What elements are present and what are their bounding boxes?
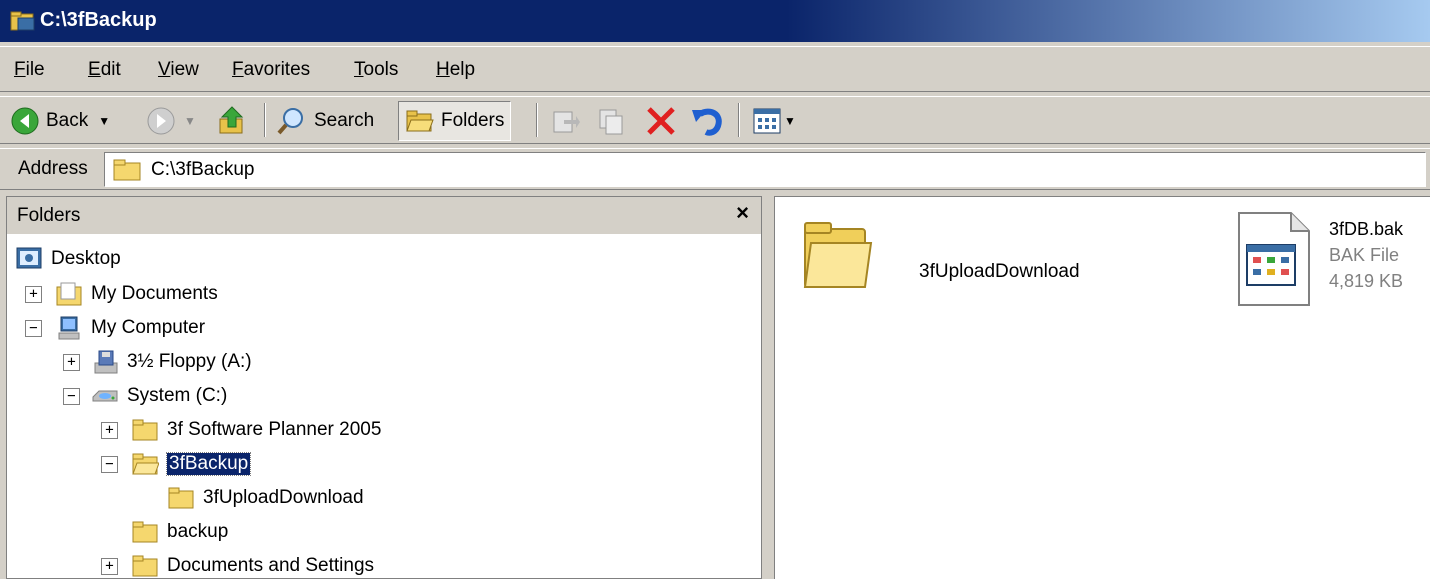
forward-dropdown-icon[interactable]: ▼	[184, 114, 196, 128]
folders-icon	[406, 110, 434, 132]
menu-bar: File Edit View Favorites Tools Help	[0, 46, 1430, 92]
menu-favorites[interactable]: Favorites	[232, 59, 310, 81]
tree-item-label: Documents and Settings	[167, 555, 375, 576]
tree-item-my-documents[interactable]: My Documents	[55, 278, 218, 310]
collapse-toggle[interactable]: −	[101, 456, 118, 473]
tree-item-label: System (C:)	[127, 385, 228, 406]
tree-item-label: 3fBackup	[165, 452, 252, 476]
folders-pane: Folders × Desktop + My Documents − My Co…	[6, 196, 762, 579]
title-bar[interactable]: C:\3fBackup	[0, 0, 1430, 42]
menu-view[interactable]: View	[158, 59, 199, 81]
folders-label: Folders	[441, 110, 505, 131]
tree-item-3fuploaddownload[interactable]: 3fUploadDownload	[167, 482, 364, 514]
tree-item-label: My Computer	[91, 317, 206, 338]
menu-help[interactable]: Help	[436, 59, 475, 81]
folders-button[interactable]: Folders	[398, 101, 512, 141]
move-to-icon	[553, 111, 580, 133]
bak-file-icon	[1238, 212, 1310, 306]
tree-item-3f-software-planner[interactable]: 3f Software Planner 2005	[131, 414, 381, 446]
large-folder-icon	[803, 222, 873, 288]
folder-icon	[168, 487, 194, 509]
tree-item-label: backup	[167, 521, 229, 542]
tree-item-backup[interactable]: backup	[131, 516, 228, 548]
up-button[interactable]	[216, 101, 248, 141]
tree-item-3fbackup[interactable]: 3fBackup	[131, 448, 252, 480]
forward-arrow-icon	[147, 107, 175, 135]
collapse-toggle[interactable]: −	[25, 320, 42, 337]
back-label: Back	[46, 110, 89, 131]
explorer-window: C:\3fBackup File Edit View Favorites Too…	[0, 0, 1430, 579]
tree-item-label: Desktop	[51, 248, 121, 269]
expand-toggle[interactable]: +	[63, 354, 80, 371]
undo-icon	[692, 108, 722, 136]
expand-toggle[interactable]: +	[25, 286, 42, 303]
desktop-icon	[16, 247, 42, 269]
tree-item-documents-and-settings[interactable]: Documents and Settings	[131, 550, 375, 578]
hard-drive-icon	[92, 390, 118, 402]
file-item-size: 4,819 KB	[1329, 271, 1404, 291]
file-item-type: BAK File	[1329, 245, 1400, 265]
my-documents-icon	[56, 282, 82, 306]
folder-icon	[113, 159, 141, 181]
address-label: Address	[18, 158, 88, 179]
views-dropdown-icon[interactable]: ▼	[784, 114, 796, 128]
delete-button[interactable]	[644, 101, 678, 141]
views-button[interactable]: ▼	[752, 101, 796, 141]
tree-item-desktop[interactable]: Desktop	[15, 243, 121, 275]
menu-edit[interactable]: Edit	[88, 59, 121, 81]
search-label: Search	[314, 110, 375, 131]
back-button[interactable]: Back ▼	[10, 101, 110, 141]
address-input[interactable]: C:\3fBackup	[104, 152, 1426, 187]
search-icon	[277, 108, 303, 135]
menu-file[interactable]: File	[14, 59, 45, 81]
open-folder-icon	[132, 453, 159, 475]
toolbar-separator	[738, 103, 740, 137]
close-icon[interactable]: ×	[736, 200, 749, 226]
tree-item-label: 3fUploadDownload	[203, 487, 364, 508]
address-value: C:\3fBackup	[151, 159, 255, 180]
up-folder-icon	[219, 106, 244, 134]
tree-item-label: 3½ Floppy (A:)	[127, 351, 252, 372]
expand-toggle[interactable]: +	[101, 558, 118, 575]
expand-toggle[interactable]: +	[101, 422, 118, 439]
floppy-drive-icon	[94, 350, 118, 374]
folder-icon	[132, 521, 158, 543]
folder-window-icon	[10, 11, 35, 31]
menu-tools[interactable]: Tools	[354, 59, 398, 81]
folder-icon	[132, 555, 158, 577]
standard-toolbar: Back ▼ ▼ Search Folders ▼	[0, 96, 1430, 144]
folder-icon	[132, 419, 158, 441]
file-item-name: 3fDB.bak	[1329, 219, 1404, 239]
tree-item-floppy[interactable]: 3½ Floppy (A:)	[91, 346, 252, 378]
collapse-toggle[interactable]: −	[63, 388, 80, 405]
copy-to-icon	[599, 109, 623, 135]
back-dropdown-icon[interactable]: ▼	[98, 114, 110, 128]
window-title: C:\3fBackup	[40, 9, 157, 31]
toolbar-separator	[264, 103, 266, 137]
folders-pane-title: Folders	[17, 205, 81, 226]
my-computer-icon	[58, 316, 80, 340]
search-button[interactable]: Search	[276, 101, 374, 141]
folders-pane-header: Folders ×	[7, 197, 761, 235]
copy-to-button[interactable]	[596, 101, 626, 141]
tree-item-system-c[interactable]: System (C:)	[91, 380, 227, 412]
views-icon	[753, 108, 781, 134]
move-to-button[interactable]	[550, 101, 580, 141]
file-item-3fdb-bak[interactable]: 3fDB.bak BAK File 4,819 KB	[1233, 209, 1430, 309]
tree-item-my-computer[interactable]: My Computer	[55, 312, 205, 344]
address-bar: Address C:\3fBackup	[0, 148, 1430, 190]
tree-item-label: 3f Software Planner 2005	[167, 419, 382, 440]
pane-splitter[interactable]	[762, 196, 774, 579]
forward-button[interactable]: ▼	[146, 101, 196, 141]
toolbar-separator	[536, 103, 538, 137]
undo-button[interactable]	[690, 101, 724, 141]
folder-item-3fuploaddownload[interactable]: 3fUploadDownload	[801, 215, 1101, 305]
delete-icon	[647, 107, 675, 135]
tree-item-label: My Documents	[91, 283, 218, 304]
back-arrow-icon	[11, 107, 39, 135]
folder-item-name: 3fUploadDownload	[919, 261, 1080, 282]
contents-pane: 3fUploadDownload 3fDB.bak BAK File 4,819…	[774, 196, 1430, 579]
